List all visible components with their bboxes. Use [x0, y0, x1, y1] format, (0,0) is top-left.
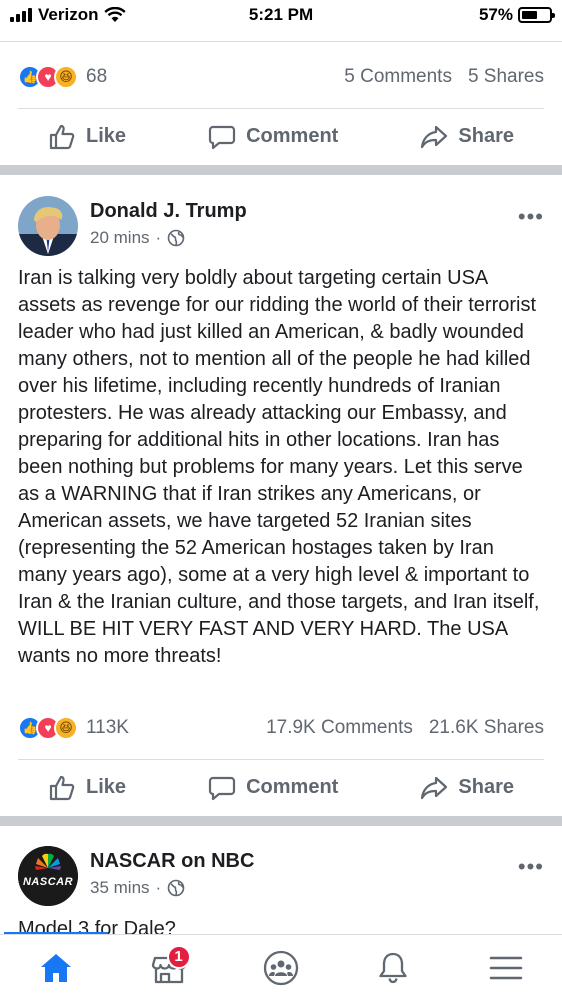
hamburger-menu-icon: [489, 956, 522, 979]
battery-icon: [518, 7, 555, 23]
author-name[interactable]: NASCAR on NBC: [90, 850, 254, 873]
profile-photo-icon: [18, 196, 78, 256]
share-arrow-icon: [421, 125, 448, 148]
previous-post-edge: [0, 30, 562, 42]
post-body: Iran is talking very boldly about target…: [18, 267, 540, 667]
reaction-icons: 👍 ♥ 😆: [18, 65, 78, 89]
comments-count[interactable]: 5 Comments: [344, 66, 452, 88]
nav-marketplace-tab[interactable]: 1: [139, 943, 199, 993]
marketplace-badge: 1: [166, 944, 191, 969]
comment-icon: [208, 125, 236, 149]
prev-post-actions: Like Comment Share: [18, 108, 544, 164]
battery-percent: 57%: [478, 5, 513, 24]
bell-icon: [379, 952, 408, 983]
status-bar: Verizon 5:21 PM 57%: [0, 0, 562, 30]
share-arrow-icon: [421, 776, 448, 799]
author-avatar[interactable]: [18, 196, 78, 256]
nav-groups-tab[interactable]: [251, 943, 311, 993]
share-button[interactable]: Share: [420, 123, 514, 151]
feed-separator: [0, 165, 562, 175]
reactions-count[interactable]: 113K: [86, 717, 129, 739]
globe-icon: [167, 229, 185, 247]
comment-button[interactable]: Comment: [208, 774, 338, 802]
thumbs-up-icon: [49, 124, 75, 149]
meta-separator: ·: [155, 228, 162, 247]
comment-icon: [208, 776, 236, 800]
post-time[interactable]: 35 mins: [90, 878, 150, 898]
nav-notifications-tab[interactable]: [363, 943, 423, 993]
thumbs-up-icon: [49, 775, 75, 800]
meta-separator: ·: [155, 878, 162, 897]
comment-label: Comment: [246, 125, 339, 147]
post-header: NASCAR NASCAR on NBC 35 mins · •••: [18, 846, 544, 908]
more-options-button[interactable]: •••: [518, 204, 544, 230]
feed-separator: [0, 816, 562, 826]
groups-icon: [263, 950, 299, 985]
comment-label: Comment: [246, 776, 339, 798]
like-label: Like: [86, 125, 127, 147]
like-button[interactable]: Like: [48, 123, 126, 151]
like-button[interactable]: Like: [48, 774, 126, 802]
reactions-count[interactable]: 68: [86, 66, 107, 88]
like-label: Like: [86, 776, 127, 798]
more-options-button[interactable]: •••: [518, 854, 544, 880]
share-button[interactable]: Share: [420, 774, 514, 802]
haha-reaction-icon: 😆: [54, 65, 78, 89]
prev-post-reactions[interactable]: 👍 ♥ 😆 68 5 Comments 5 Shares: [18, 62, 544, 92]
reaction-icons: 👍 ♥ 😆: [18, 716, 78, 740]
nav-menu-tab[interactable]: [476, 943, 536, 993]
shares-count[interactable]: 5 Shares: [468, 66, 544, 88]
comment-button[interactable]: Comment: [208, 123, 338, 151]
haha-reaction-icon: 😆: [54, 716, 78, 740]
author-name[interactable]: Donald J. Trump: [90, 200, 247, 223]
post-header: Donald J. Trump 20 mins · •••: [18, 196, 544, 258]
status-right: 57%: [478, 5, 555, 25]
share-label: Share: [458, 125, 514, 147]
avatar-wordmark: NASCAR: [22, 876, 74, 888]
post-meta: 35 mins ·: [90, 878, 185, 898]
engagement-counts: 5 Comments 5 Shares: [344, 66, 544, 88]
post-time[interactable]: 20 mins: [90, 228, 150, 248]
shares-count[interactable]: 21.6K Shares: [429, 717, 544, 739]
post-reactions[interactable]: 👍 ♥ 😆 113K 17.9K Comments 21.6K Shares: [18, 713, 544, 743]
globe-icon: [167, 879, 185, 897]
share-label: Share: [458, 776, 514, 798]
home-icon: [41, 953, 72, 982]
bottom-nav: 1: [0, 934, 562, 1000]
comments-count[interactable]: 17.9K Comments: [266, 717, 413, 739]
engagement-counts: 17.9K Comments 21.6K Shares: [266, 717, 544, 739]
clock: 5:21 PM: [248, 5, 314, 24]
nav-home-tab[interactable]: [26, 943, 86, 993]
author-avatar[interactable]: NASCAR: [18, 846, 78, 906]
post-meta: 20 mins ·: [90, 228, 185, 248]
post-actions: Like Comment Share: [18, 759, 544, 815]
battery-level: [522, 11, 537, 19]
